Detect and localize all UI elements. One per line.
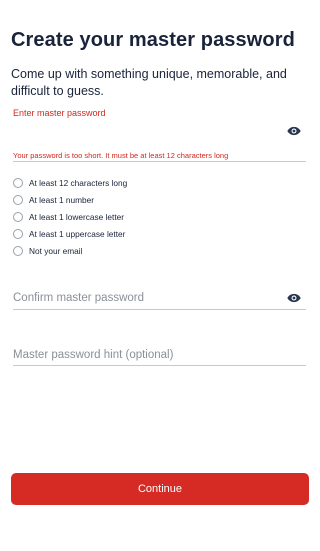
requirement-item: At least 1 number bbox=[13, 191, 127, 208]
master-password-field[interactable] bbox=[13, 122, 283, 142]
master-password-underline bbox=[13, 161, 306, 162]
requirement-label: At least 12 characters long bbox=[29, 177, 128, 188]
eye-icon[interactable] bbox=[287, 126, 301, 136]
requirement-item: At least 1 lowercase letter bbox=[13, 208, 127, 225]
unchecked-circle-icon bbox=[13, 245, 23, 256]
master-password-label: Enter master password bbox=[13, 108, 106, 118]
unchecked-circle-icon bbox=[13, 177, 23, 188]
unchecked-circle-icon bbox=[13, 194, 23, 205]
create-master-password-screen: Create your master password Come up with… bbox=[0, 0, 320, 551]
password-requirements-list: At least 12 characters long At least 1 n… bbox=[13, 174, 127, 259]
page-subtitle: Come up with something unique, memorable… bbox=[11, 67, 287, 98]
confirm-password-field[interactable] bbox=[13, 289, 283, 307]
password-hint-underline bbox=[13, 365, 306, 366]
requirement-label: At least 1 uppercase letter bbox=[29, 228, 126, 239]
confirm-password-underline bbox=[13, 309, 306, 310]
requirement-label: At least 1 lowercase letter bbox=[29, 211, 124, 222]
page-title: Create your master password bbox=[11, 29, 295, 51]
eye-icon[interactable] bbox=[287, 293, 301, 303]
password-error-message: Your password is too short. It must be a… bbox=[13, 151, 229, 160]
password-hint-field[interactable] bbox=[13, 346, 283, 364]
requirement-item: At least 1 uppercase letter bbox=[13, 225, 127, 242]
continue-button[interactable]: Continue bbox=[11, 473, 309, 505]
requirement-item: Not your email bbox=[13, 242, 127, 259]
requirement-label: Not your email bbox=[29, 245, 83, 256]
requirement-item: At least 12 characters long bbox=[13, 174, 127, 191]
unchecked-circle-icon bbox=[13, 211, 23, 222]
requirement-label: At least 1 number bbox=[29, 194, 95, 205]
unchecked-circle-icon bbox=[13, 228, 23, 239]
